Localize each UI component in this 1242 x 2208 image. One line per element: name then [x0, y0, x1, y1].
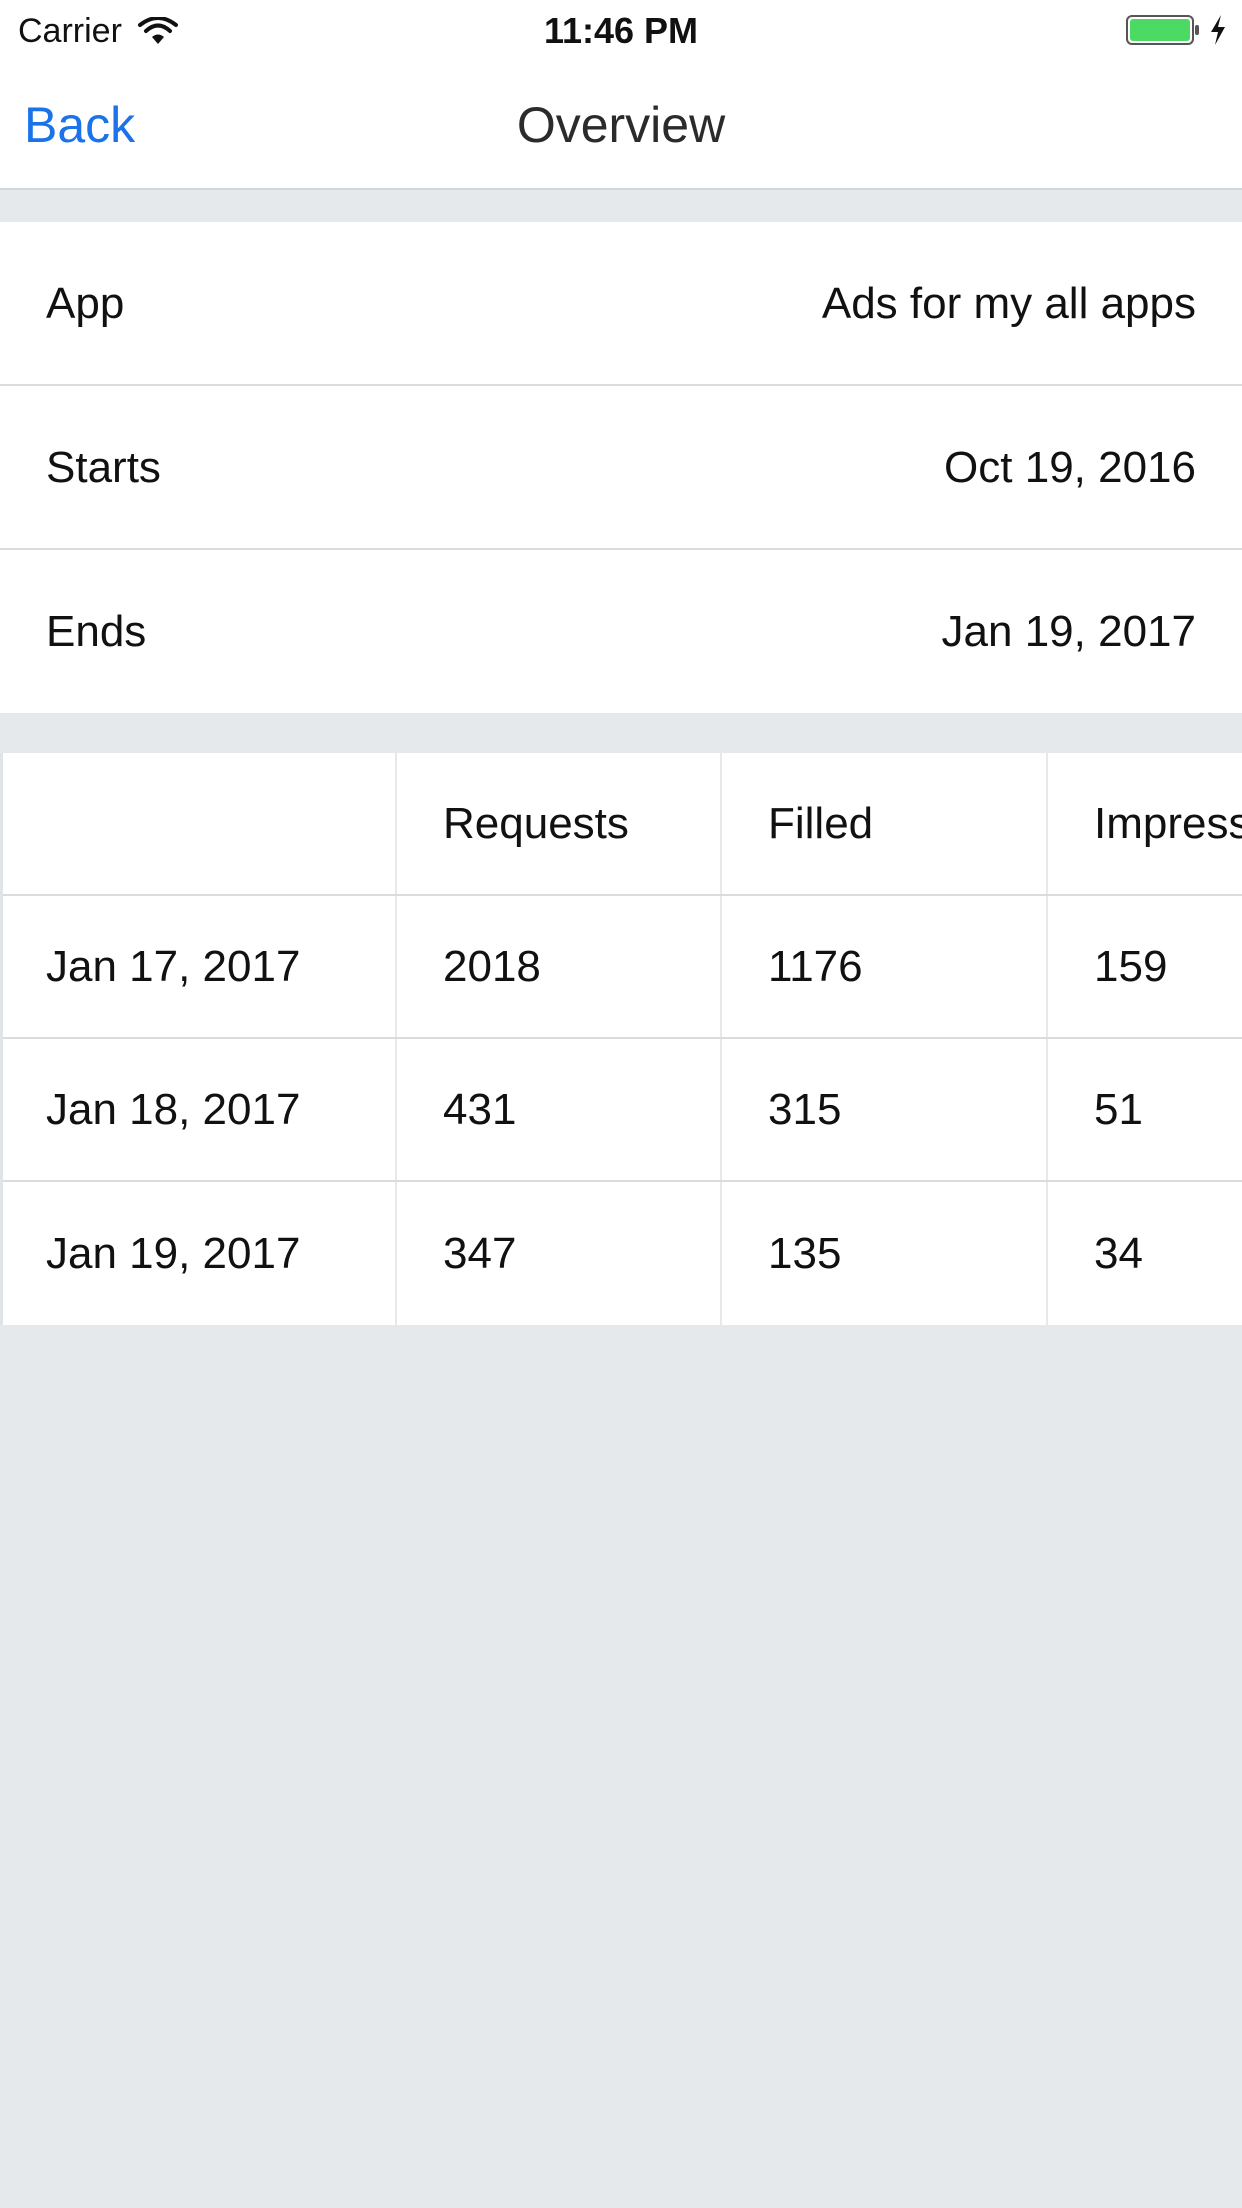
- table-header-filled: Filled: [722, 753, 1048, 894]
- charging-bolt-icon: [1211, 15, 1225, 45]
- table-cell-requests: 347: [397, 1182, 722, 1325]
- info-row-app[interactable]: App Ads for my all apps: [0, 222, 1242, 386]
- table-header-cell: [0, 753, 397, 894]
- info-label: App: [46, 279, 125, 328]
- table-cell-requests: 2018: [397, 896, 722, 1037]
- page-title: Overview: [516, 97, 726, 153]
- table-row: Jan 19, 2017 347 135 34: [0, 1182, 1242, 1325]
- info-label: Starts: [46, 443, 161, 492]
- table-cell-filled: 135: [722, 1182, 1048, 1325]
- table-cell-requests: 431: [397, 1039, 722, 1180]
- table-cell-date: Jan 18, 2017: [0, 1039, 397, 1180]
- status-bar: Carrier 11:46 PM: [0, 0, 1242, 60]
- navigation-bar: Back Overview: [0, 60, 1242, 190]
- table-cell-date: Jan 17, 2017: [0, 896, 397, 1037]
- table-cell-impressions: 159: [1094, 941, 1168, 991]
- table-row: Jan 18, 2017 431 315 51: [0, 1039, 1242, 1182]
- table-cell-date: Jan 19, 2017: [0, 1182, 397, 1325]
- status-right: [1126, 14, 1228, 46]
- status-time: 11:46 PM: [543, 10, 699, 51]
- table-header-impressions: Impressions: [1094, 798, 1242, 848]
- info-value: Jan 19, 2017: [941, 607, 1196, 656]
- campaign-info-section: App Ads for my all apps Starts Oct 19, 2…: [0, 222, 1242, 713]
- info-row-starts[interactable]: Starts Oct 19, 2016: [0, 386, 1242, 550]
- info-value: Ads for my all apps: [821, 279, 1196, 328]
- table-cell-filled: 315: [722, 1039, 1048, 1180]
- info-row-ends[interactable]: Ends Jan 19, 2017: [0, 550, 1242, 713]
- table-header-row: Requests Filled Impressions: [0, 753, 1242, 896]
- table-header-requests: Requests: [397, 753, 722, 894]
- info-label: Ends: [46, 607, 147, 656]
- table-cell-filled: 1176: [722, 896, 1048, 1037]
- table-left-border: [0, 753, 3, 1325]
- info-value: Oct 19, 2016: [944, 443, 1196, 492]
- stats-table[interactable]: Requests Filled Impressions Jan 17, 2017…: [0, 753, 1242, 1325]
- table-row: Jan 17, 2017 2018 1176 159: [0, 896, 1242, 1039]
- table-cell-impressions: 51: [1094, 1084, 1143, 1134]
- table-cell-impressions: 34: [1094, 1228, 1143, 1278]
- battery-icon: [1126, 15, 1199, 45]
